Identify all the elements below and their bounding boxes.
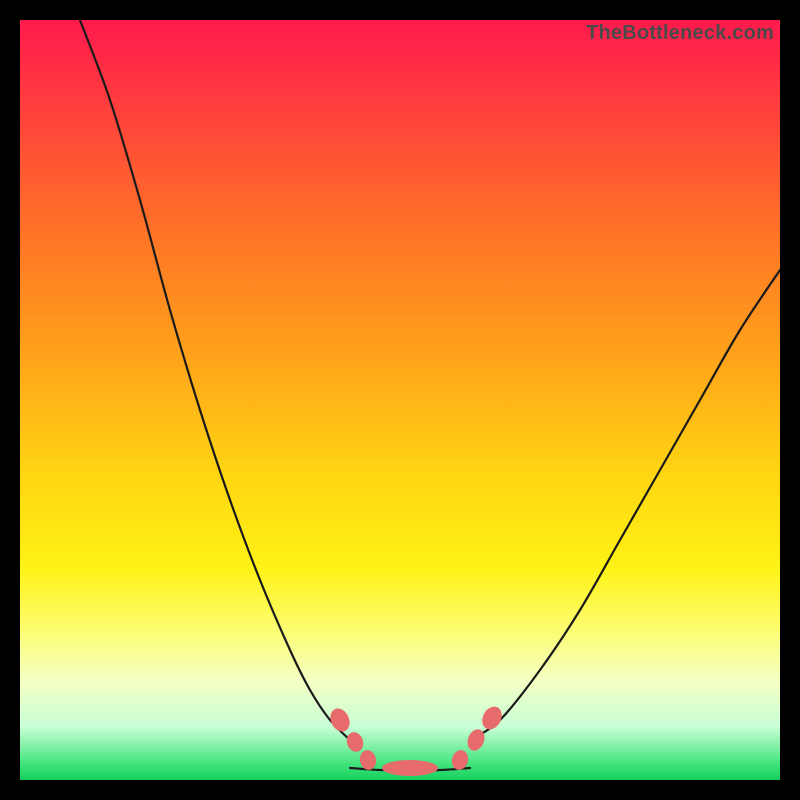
- watermark-text: TheBottleneck.com: [586, 22, 774, 45]
- left-curve: [80, 20, 350, 740]
- chart-frame: TheBottleneck.com: [0, 0, 800, 800]
- valley-marker-5: [464, 727, 487, 753]
- plot-area: TheBottleneck.com: [20, 20, 780, 780]
- right-curve: [470, 270, 780, 740]
- valley-marker-3: [382, 760, 438, 776]
- valley-markers: [327, 703, 506, 776]
- valley-marker-1: [344, 730, 366, 754]
- valley-marker-0: [327, 705, 353, 734]
- curve-layer: [20, 20, 780, 780]
